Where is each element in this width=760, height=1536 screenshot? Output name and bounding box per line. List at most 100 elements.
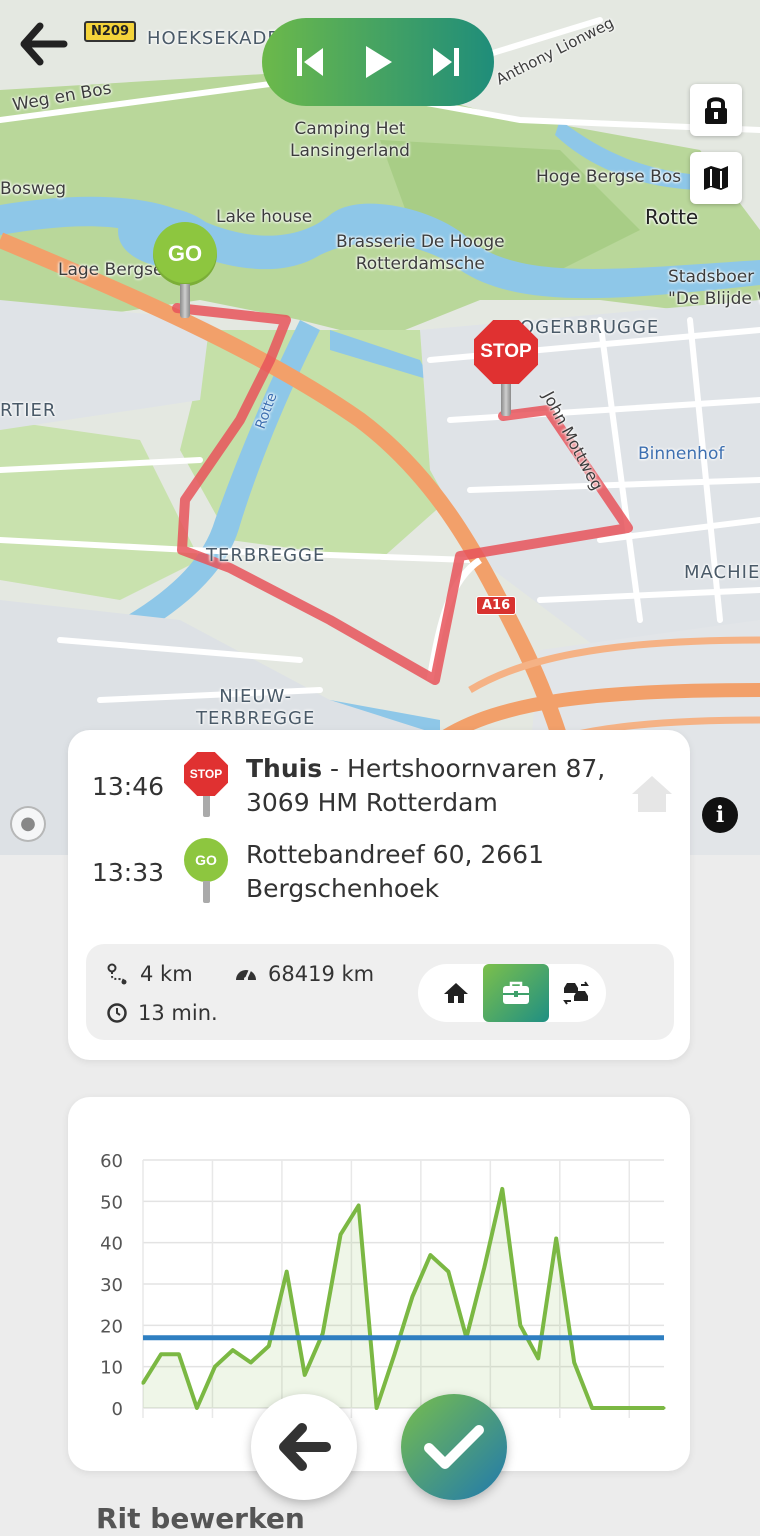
route-player <box>262 18 494 106</box>
map-label-ogerbrugge: OGERBRUGGE <box>520 317 660 338</box>
speed-area <box>143 1188 664 1408</box>
y-tick-label: 40 <box>100 1234 123 1255</box>
stop-pin-marker[interactable]: STOP <box>474 320 538 416</box>
category-private-button[interactable] <box>436 973 476 1013</box>
y-tick-label: 60 <box>100 1151 123 1172</box>
map-label-nieuw-terbregge: NIEUW- TERBREGGE <box>196 686 316 729</box>
map-label-rotte: Rotte <box>645 205 699 229</box>
map-label-rtier: RTIER <box>0 400 57 421</box>
distance-value: 4 km <box>140 962 193 986</box>
trip-details-card: 13:46 STOP Thuis - Hertshoornvaren 87, 3… <box>68 730 690 1060</box>
speed-point <box>536 1356 540 1360</box>
speed-point <box>608 1406 612 1410</box>
end-address-line2: 3069 HM Rotterdam <box>246 788 498 817</box>
duration-stat: 13 min. <box>106 1001 218 1025</box>
speed-point <box>590 1406 594 1410</box>
stop-pin-label: STOP <box>474 320 538 384</box>
skip-next-button[interactable] <box>426 42 466 82</box>
speed-point <box>662 1406 666 1410</box>
stop-pin-icon: STOP <box>184 752 228 822</box>
home-icon <box>630 772 674 816</box>
y-tick-label: 10 <box>100 1358 123 1379</box>
speed-chart: 0 10 20 30 40 50 60 <box>100 1151 666 1420</box>
speed-point <box>626 1406 630 1410</box>
speed-point <box>572 1361 576 1365</box>
end-time: 13:46 <box>92 772 165 801</box>
map-label-brasserie: Brasserie De Hooge Rotterdamsche <box>336 232 505 274</box>
trip-category-selector <box>418 964 606 1022</box>
road-shield-n209: N209 <box>84 21 137 42</box>
clock-icon <box>107 1003 127 1023</box>
y-tick-label: 30 <box>100 1275 123 1296</box>
info-button[interactable]: i <box>702 797 738 833</box>
speed-point <box>231 1348 235 1352</box>
go-pin-label: GO <box>153 222 217 286</box>
end-location-name: Thuis <box>246 754 323 783</box>
map-label-hoge-bergse-bos: Hoge Bergse Bos <box>536 167 682 187</box>
skip-previous-icon <box>297 48 323 76</box>
speed-point <box>410 1294 414 1298</box>
map-label-camping: Camping Het Lansingerland <box>290 119 410 161</box>
speed-point <box>303 1373 307 1377</box>
speed-point <box>393 1352 397 1356</box>
start-address: Rottebandreef 60, 2661 Bergschenhoek <box>246 838 616 906</box>
arrow-left-icon <box>279 1423 331 1471</box>
speed-point <box>428 1253 432 1257</box>
map-label-machie: MACHIE <box>684 562 760 583</box>
go-pin-marker[interactable]: GO <box>153 222 217 318</box>
y-tick-label: 0 <box>112 1399 123 1420</box>
end-address-line1: - Hertshoornvaren 87, <box>322 754 606 783</box>
page-title: Rit bewerken <box>96 1502 305 1535</box>
route-distance-icon <box>107 963 127 985</box>
car-swap-icon <box>563 981 589 1005</box>
speed-point <box>267 1344 271 1348</box>
start-address-line1: Rottebandreef 60, 2661 <box>246 840 544 869</box>
speed-point <box>213 1365 217 1369</box>
speed-point <box>554 1237 558 1241</box>
speed-chart-card: 0 10 20 30 40 50 60 <box>68 1097 690 1471</box>
map-label-hoeksekade: HOEKSEKADE <box>147 28 280 49</box>
map-view[interactable]: N209 HOEKSEKADE Weg en Bos Anthony Lionw… <box>0 0 760 855</box>
confirm-fab-button[interactable] <box>401 1394 507 1500</box>
map-label-stadsboerderij: Stadsboer "De Blijde W <box>668 267 760 309</box>
odometer-value: 68419 km <box>268 962 375 986</box>
map-layer-button[interactable] <box>690 152 742 204</box>
checkmark-icon <box>424 1425 484 1469</box>
speed-point <box>518 1323 522 1327</box>
go-pin-icon: GO <box>184 838 228 908</box>
speed-point <box>357 1203 361 1207</box>
speed-point <box>375 1406 379 1410</box>
trip-start-row[interactable]: 13:33 GO Rottebandreef 60, 2661 Bergsche… <box>92 838 616 908</box>
skip-previous-button[interactable] <box>290 42 330 82</box>
speed-point <box>177 1352 181 1356</box>
speed-point <box>141 1381 145 1385</box>
map-label-bosweg: Bosweg <box>0 179 67 199</box>
map-label-binnenhof: Binnenhof <box>638 444 725 464</box>
speed-point <box>339 1232 343 1236</box>
briefcase-icon <box>503 981 529 1004</box>
speed-point <box>446 1270 450 1274</box>
speed-point <box>321 1332 325 1336</box>
duration-value: 13 min. <box>138 1001 218 1025</box>
lock-button[interactable] <box>690 84 742 136</box>
map-attribution-logo[interactable]: ● <box>10 806 46 842</box>
speed-point <box>195 1406 199 1410</box>
arrow-left-icon <box>20 22 68 66</box>
trip-end-row[interactable]: 13:46 STOP Thuis - Hertshoornvaren 87, 3… <box>92 752 616 822</box>
home-icon <box>444 983 468 1003</box>
info-icon: i <box>715 802 725 828</box>
play-button[interactable] <box>358 42 398 82</box>
map-label-terbregge: TERBREGGE <box>206 545 326 566</box>
map-label-lake-house: Lake house <box>216 207 313 227</box>
odometer-stat: 68419 km <box>234 962 374 986</box>
speed-point <box>482 1265 486 1269</box>
y-tick-label: 50 <box>100 1192 123 1213</box>
category-business-button[interactable] <box>483 964 549 1022</box>
start-address-line2: Bergschenhoek <box>246 874 440 903</box>
back-fab-button[interactable] <box>251 1394 357 1500</box>
play-icon <box>366 46 392 78</box>
category-commute-button[interactable] <box>556 973 596 1013</box>
back-button[interactable] <box>18 18 70 70</box>
skip-next-icon <box>433 48 459 76</box>
speed-point <box>159 1352 163 1356</box>
